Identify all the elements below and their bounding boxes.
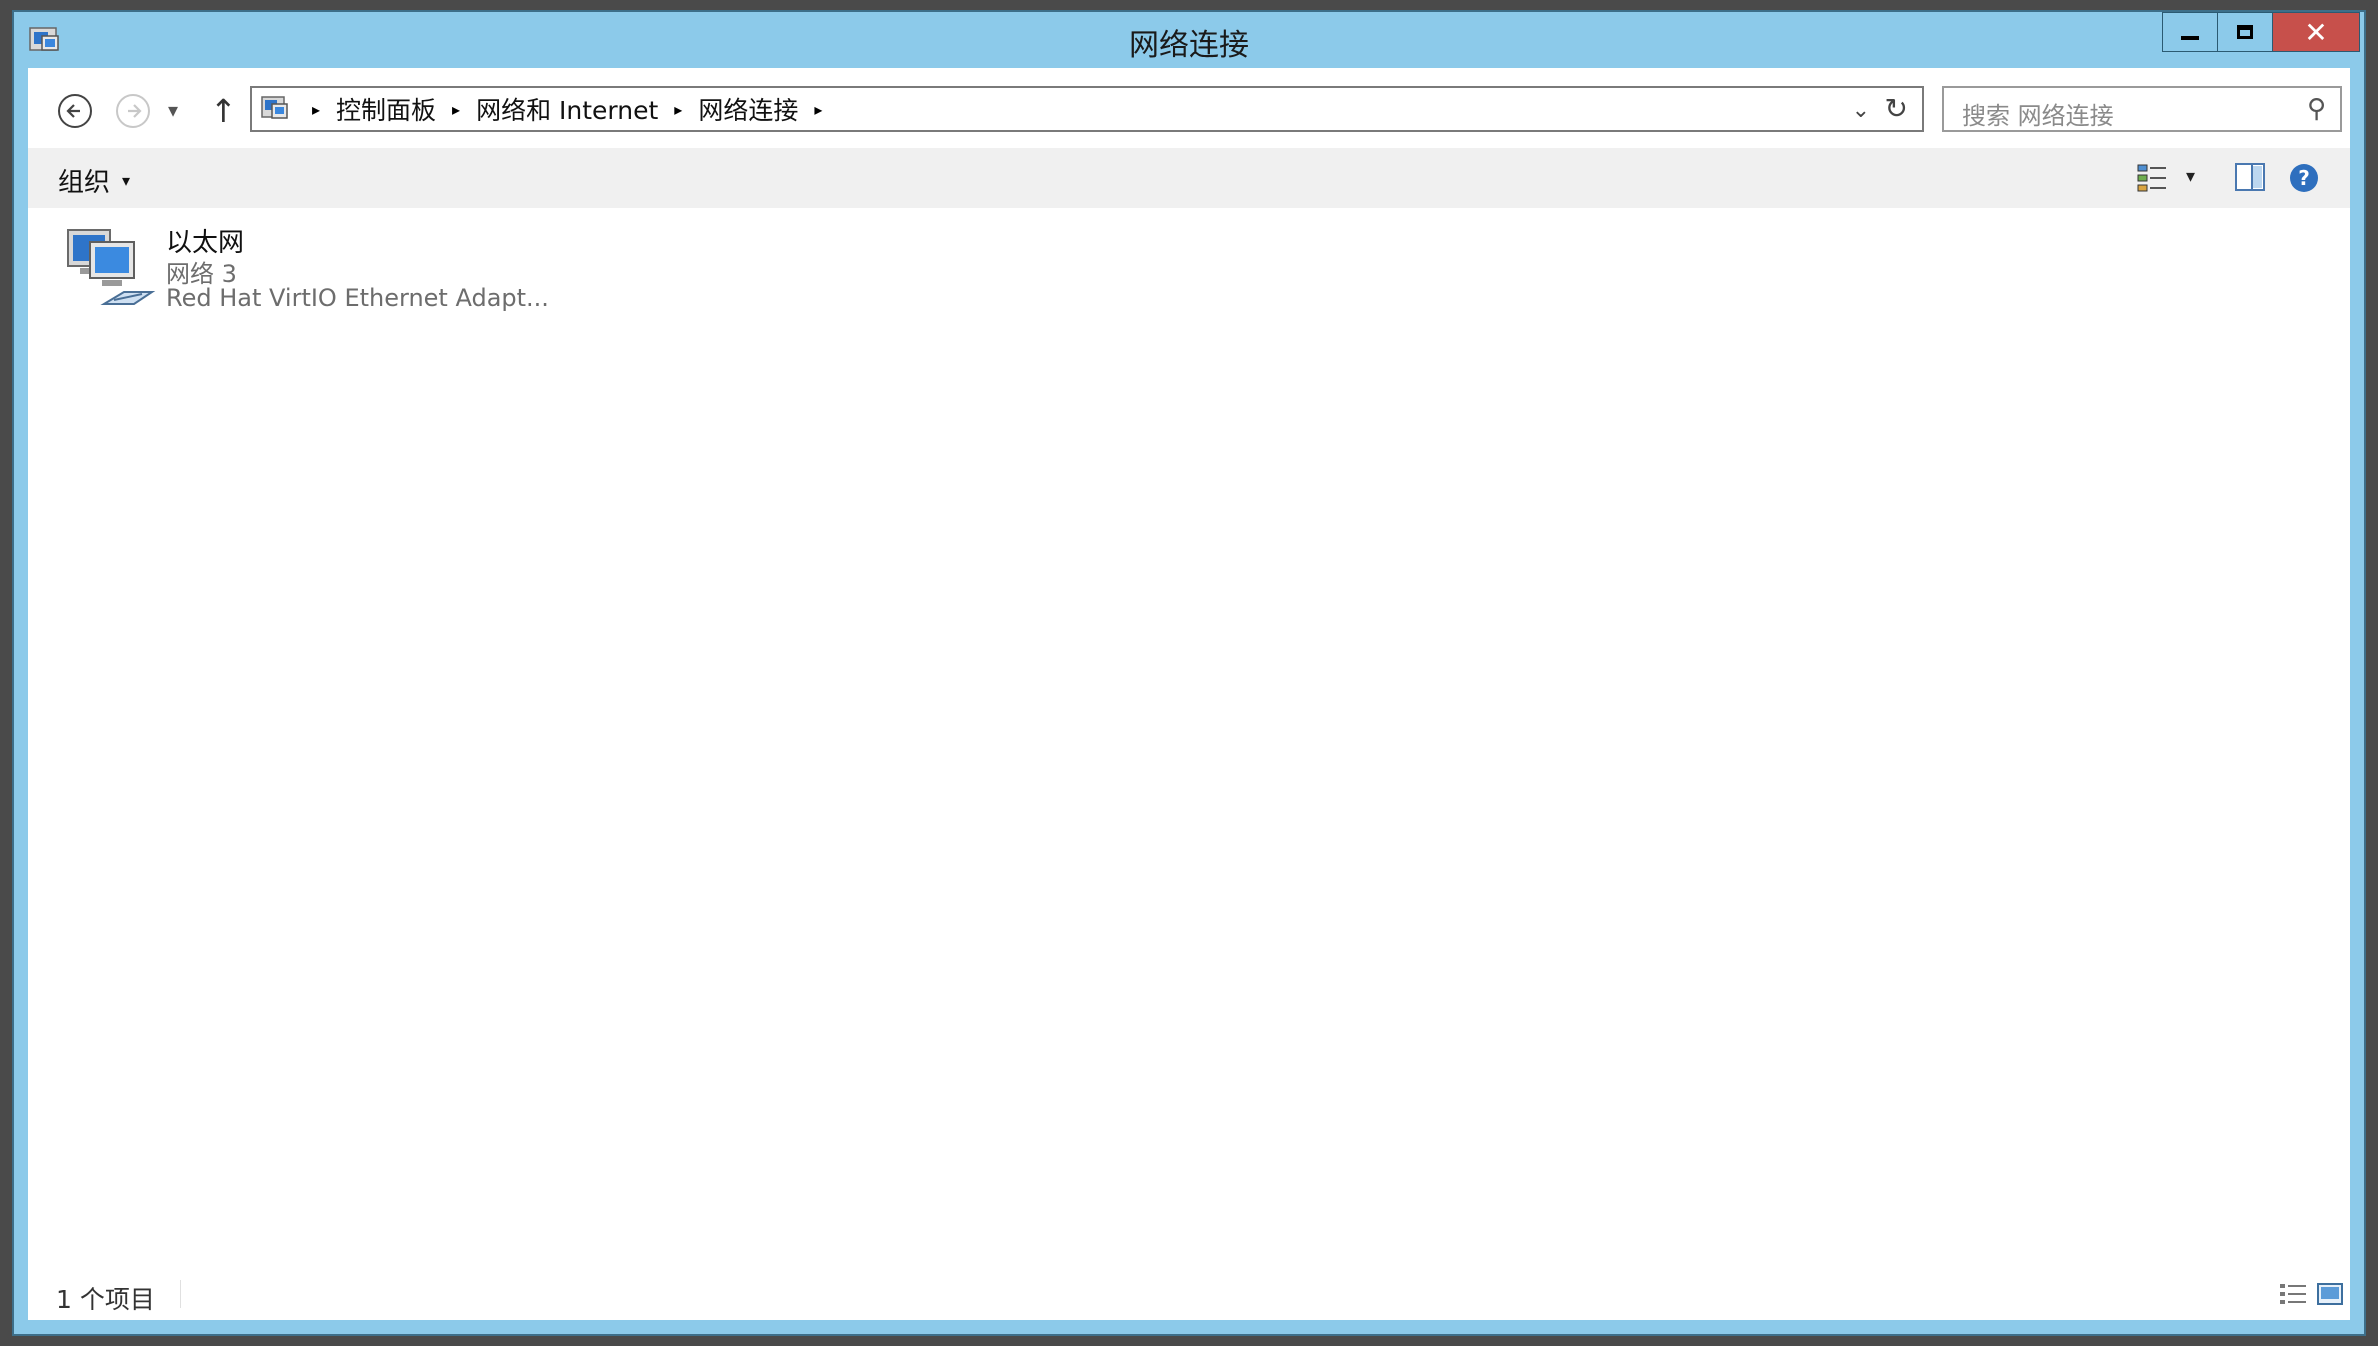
breadcrumb-separator[interactable]: ▸ — [452, 100, 460, 119]
close-icon: ✕ — [2304, 15, 2328, 49]
help-icon[interactable]: ? — [2290, 164, 2318, 192]
organize-button[interactable]: 组织 ▾ — [58, 162, 130, 199]
address-bar[interactable]: ▸ 控制面板 ▸ 网络和 Internet ▸ 网络连接 ▸ ⌄ ↻ — [250, 86, 1924, 132]
minimize-icon — [2181, 36, 2199, 40]
search-box[interactable]: 搜索 网络连接 ⚲ — [1942, 86, 2342, 132]
change-view-icon[interactable] — [2136, 162, 2170, 194]
address-history-dropdown[interactable]: ⌄ — [1852, 98, 1870, 123]
close-button[interactable]: ✕ — [2272, 12, 2360, 52]
ethernet-adapter-icon — [67, 229, 156, 305]
breadcrumb-separator[interactable]: ▸ — [674, 100, 682, 119]
breadcrumb-separator[interactable]: ▸ — [312, 100, 320, 119]
maximize-button[interactable] — [2217, 12, 2273, 52]
control-panel-icon — [261, 96, 288, 119]
minimize-button[interactable] — [2162, 12, 2218, 52]
back-button[interactable] — [58, 94, 92, 128]
status-divider — [180, 1280, 181, 1308]
breadcrumb-network-connections[interactable]: 网络连接 — [698, 91, 798, 127]
details-view-icon[interactable] — [2278, 1282, 2308, 1306]
search-input[interactable]: 搜索 网络连接 — [1962, 96, 2114, 131]
explorer-window: 网络连接 ✕ ▾ ↑ ▸ 控制面板 ▸ 网络和 Internet ▸ 网络连接 … — [12, 10, 2366, 1336]
item-count: 1 个项目 — [56, 1285, 155, 1314]
navigation-bar: ▾ ↑ ▸ 控制面板 ▸ 网络和 Internet ▸ 网络连接 ▸ ⌄ ↻ 搜… — [28, 68, 2350, 148]
chevron-down-icon: ▾ — [122, 171, 131, 190]
breadcrumb-network-internet[interactable]: 网络和 Internet — [476, 91, 658, 127]
window-title: 网络连接 — [1129, 28, 1249, 63]
breadcrumb-separator[interactable]: ▸ — [814, 100, 822, 119]
list-item[interactable]: 以太网 网络 3 Red Hat VirtIO Ethernet Adapt..… — [50, 220, 570, 312]
back-arrow-icon — [66, 104, 80, 118]
connections-list: 以太网 网络 3 Red Hat VirtIO Ethernet Adapt..… — [28, 208, 2350, 1270]
preview-pane-icon[interactable] — [2234, 162, 2266, 192]
command-bar: 组织 ▾ ▾ ? — [28, 148, 2350, 208]
refresh-icon[interactable]: ↻ — [1885, 92, 1908, 125]
large-icons-view-icon[interactable] — [2316, 1282, 2344, 1306]
breadcrumb: ▸ 控制面板 ▸ 网络和 Internet ▸ 网络连接 ▸ — [296, 91, 838, 127]
organize-label: 组织 — [58, 168, 111, 198]
title-bar[interactable]: 网络连接 ✕ — [14, 12, 2364, 68]
client-area: ▾ ↑ ▸ 控制面板 ▸ 网络和 Internet ▸ 网络连接 ▸ ⌄ ↻ 搜… — [28, 68, 2350, 1320]
breadcrumb-control-panel[interactable]: 控制面板 — [336, 91, 436, 127]
recent-locations-dropdown[interactable]: ▾ — [168, 98, 178, 122]
maximize-icon — [2237, 25, 2253, 39]
forward-button[interactable] — [116, 94, 150, 128]
search-icon[interactable]: ⚲ — [2307, 94, 2326, 124]
up-button[interactable]: ↑ — [210, 92, 237, 130]
view-options-dropdown[interactable]: ▾ — [2186, 166, 2195, 187]
status-bar: 1 个项目 — [28, 1270, 2350, 1320]
forward-arrow-icon — [128, 104, 142, 118]
connection-adapter: Red Hat VirtIO Ethernet Adapt... — [166, 284, 549, 312]
